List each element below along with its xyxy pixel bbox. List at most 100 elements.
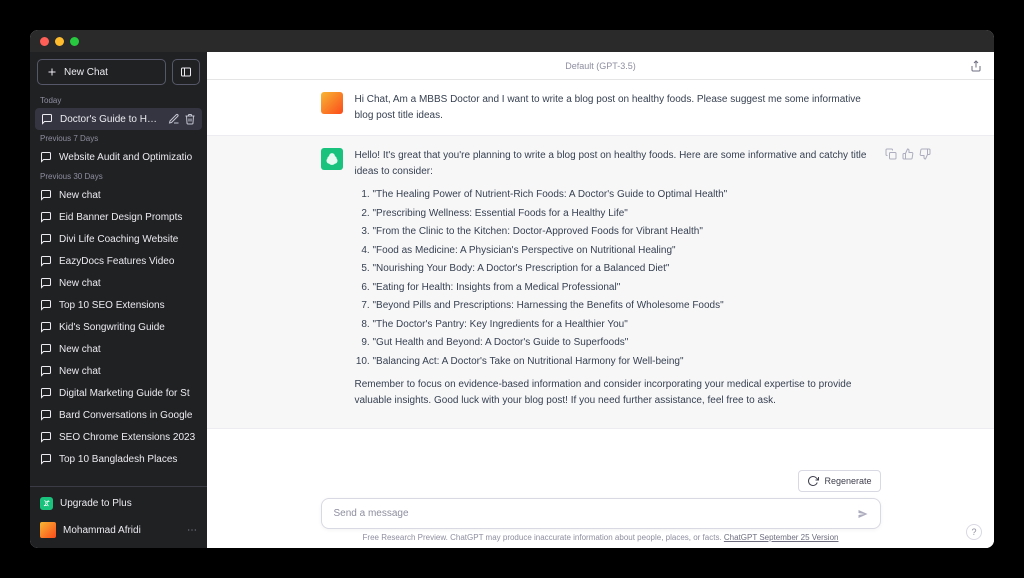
user-name-label: Mohammad Afridi [63,525,180,536]
chat-icon [40,189,52,201]
sidebar-item-label: Divi Life Coaching Website [59,234,197,245]
sidebar-item-label: EazyDocs Features Video [59,256,197,267]
list-item: "Prescribing Wellness: Essential Foods f… [373,206,881,222]
sidebar-item-label: Doctor's Guide to Healt [60,114,161,125]
sidebar-item-label: Bard Conversations in Google [59,410,197,421]
thumbs-up-icon[interactable] [902,148,914,160]
user-message-text: Hi Chat, Am a MBBS Doctor and I want to … [355,92,881,123]
sidebar-item[interactable]: Doctor's Guide to Healt [35,108,202,130]
send-button[interactable] [853,504,873,524]
thumbs-down-icon[interactable] [919,148,931,160]
list-item: "The Healing Power of Nutrient-Rich Food… [373,187,881,203]
sidebar-item[interactable]: Top 10 Bangladesh Places [30,448,207,470]
sidebar-item[interactable]: Top 10 SEO Extensions [30,294,207,316]
sidebar-list: TodayDoctor's Guide to HealtPrevious 7 D… [30,92,207,486]
window-close-icon[interactable] [40,37,49,46]
chat-icon [40,277,52,289]
chat-icon [40,343,52,355]
list-item: "Food as Medicine: A Physician's Perspec… [373,243,881,259]
sidebar-top: New Chat [30,52,207,92]
chat-icon [40,255,52,267]
assistant-avatar-icon [321,148,343,170]
assistant-message-content: Hello! It's great that you're planning t… [355,148,881,416]
chat-icon [40,233,52,245]
list-item: "Nourishing Your Body: A Doctor's Prescr… [373,261,881,277]
sidebar-item[interactable]: Divi Life Coaching Website [30,228,207,250]
sidebar-item-label: SEO Chrome Extensions 2023 [59,432,197,443]
chat-icon [40,409,52,421]
help-button[interactable]: ? [966,524,982,540]
send-icon [857,508,869,520]
sidebar-item[interactable]: SEO Chrome Extensions 2023 [30,426,207,448]
assistant-intro-text: Hello! It's great that you're planning t… [355,148,881,179]
upgrade-label: Upgrade to Plus [60,498,197,509]
window-zoom-icon[interactable] [70,37,79,46]
sidebar-item-label: New chat [59,344,197,355]
disclaimer: Free Research Preview. ChatGPT may produ… [207,533,994,542]
list-item: "From the Clinic to the Kitchen: Doctor-… [373,224,881,240]
list-item: "Beyond Pills and Prescriptions: Harness… [373,298,881,314]
user-menu-button[interactable]: Mohammad Afridi ⋯ [30,516,207,544]
sidebar: New Chat TodayDoctor's Guide to HealtPre… [30,52,207,548]
window-minimize-icon[interactable] [55,37,64,46]
sidebar-item[interactable]: New chat [30,360,207,382]
edit-icon[interactable] [168,113,180,125]
sidebar-item-label: Top 10 SEO Extensions [59,300,197,311]
sidebar-item[interactable]: New chat [30,184,207,206]
sidebar-bottom: Upgrade to Plus Mohammad Afridi ⋯ [30,486,207,548]
new-chat-button[interactable]: New Chat [37,59,166,85]
messages: Hi Chat, Am a MBBS Doctor and I want to … [207,80,994,464]
message-input[interactable] [321,498,881,529]
hide-sidebar-button[interactable] [172,59,200,85]
model-label: Default (GPT-3.5) [565,61,636,71]
chat-icon [40,431,52,443]
sidebar-item[interactable]: EazyDocs Features Video [30,250,207,272]
topbar: Default (GPT-3.5) [207,52,994,80]
version-link[interactable]: ChatGPT September 25 Version [724,533,839,542]
chat-icon [40,151,52,163]
chat-icon [40,299,52,311]
sidebar-item[interactable]: New chat [30,338,207,360]
sidebar-item-label: Digital Marketing Guide for St [59,388,197,399]
user-message: Hi Chat, Am a MBBS Doctor and I want to … [207,80,994,135]
star-icon [40,497,53,510]
disclaimer-text: Free Research Preview. ChatGPT may produ… [363,533,724,542]
sidebar-item-label: Eid Banner Design Prompts [59,212,197,223]
assistant-title-list: "The Healing Power of Nutrient-Rich Food… [355,187,881,369]
sidebar-section-label: Previous 7 Days [30,130,207,146]
list-item: "Balancing Act: A Doctor's Take on Nutri… [373,354,881,370]
window-titlebar [30,30,994,52]
more-icon: ⋯ [187,525,197,536]
panel-icon [180,66,192,78]
chat-icon [41,113,53,125]
regenerate-button[interactable]: Regenerate [798,470,880,492]
refresh-icon [807,475,819,487]
sidebar-item-label: Website Audit and Optimizatio [59,152,197,163]
sidebar-section-label: Previous 30 Days [30,168,207,184]
sidebar-item-label: New chat [59,190,197,201]
sidebar-item[interactable]: New chat [30,272,207,294]
share-button[interactable] [968,58,984,74]
user-avatar-icon [321,92,343,114]
list-item: "Gut Health and Beyond: A Doctor's Guide… [373,335,881,351]
plus-icon [46,66,58,78]
input-area: Regenerate Free Research Preview. ChatGP… [207,464,994,548]
upgrade-button[interactable]: Upgrade to Plus [30,491,207,516]
trash-icon[interactable] [184,113,196,125]
list-item: "The Doctor's Pantry: Key Ingredients fo… [373,317,881,333]
sidebar-item[interactable]: Website Audit and Optimizatio [30,146,207,168]
sidebar-item[interactable]: Bard Conversations in Google [30,404,207,426]
sidebar-item-label: Top 10 Bangladesh Places [59,454,197,465]
sidebar-item-label: New chat [59,366,197,377]
app-window: New Chat TodayDoctor's Guide to HealtPre… [30,30,994,548]
sidebar-item[interactable]: Kid's Songwriting Guide [30,316,207,338]
chat-icon [40,211,52,223]
new-chat-label: New Chat [64,67,108,78]
copy-icon[interactable] [885,148,897,160]
assistant-message: Hello! It's great that you're planning t… [207,135,994,429]
main-panel: Default (GPT-3.5) Hi Chat, Am a MBBS Doc… [207,52,994,548]
sidebar-item[interactable]: Digital Marketing Guide for St [30,382,207,404]
message-actions [885,148,931,160]
sidebar-item[interactable]: Eid Banner Design Prompts [30,206,207,228]
chat-icon [40,387,52,399]
